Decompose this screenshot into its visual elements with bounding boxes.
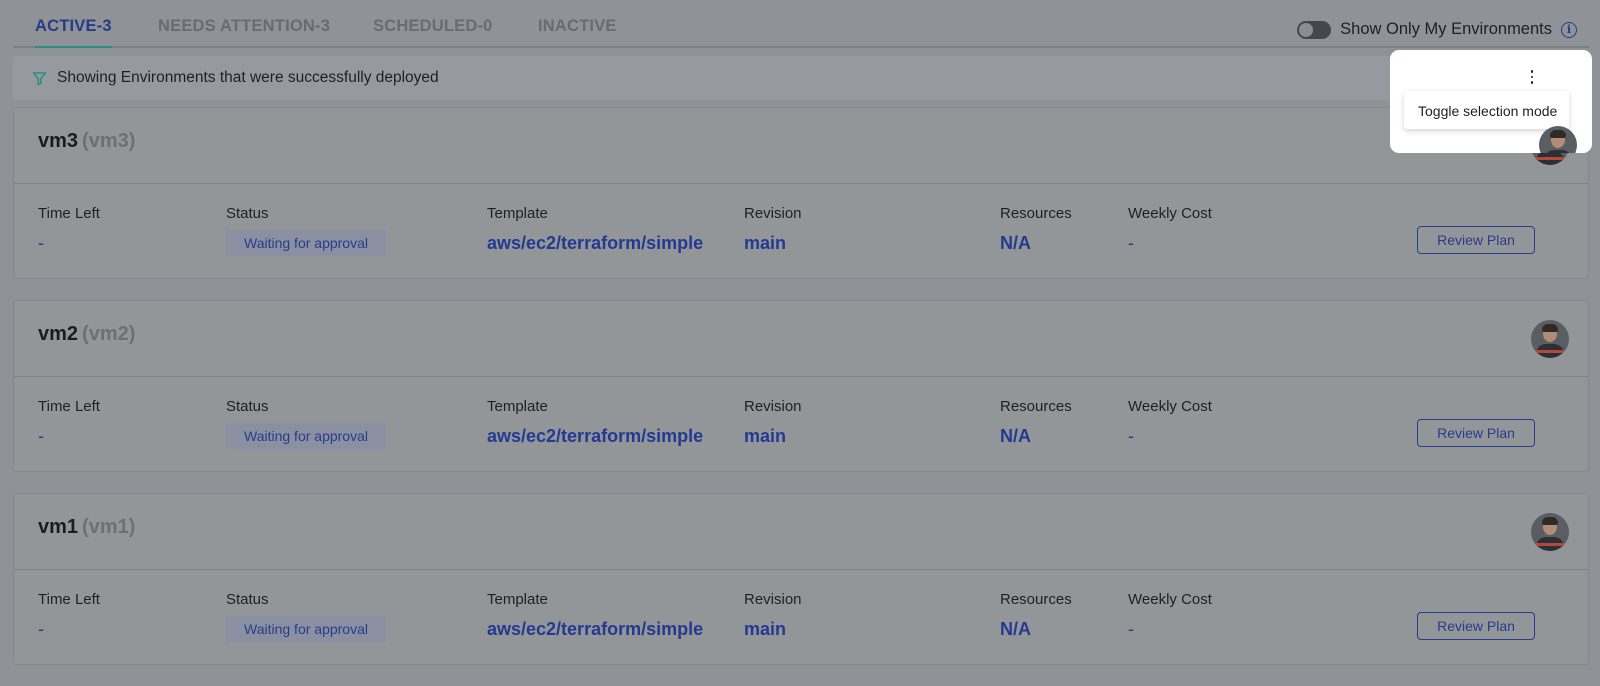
avatar xyxy=(1539,126,1577,153)
tab-needs-attention[interactable]: NEEDS ATTENTION-3 xyxy=(158,17,330,46)
resources-link[interactable]: N/A xyxy=(1000,426,1072,447)
time-left-label: Time Left xyxy=(38,398,100,415)
review-plan-button[interactable]: Review Plan xyxy=(1417,226,1535,254)
revision-column: Revision main xyxy=(744,591,802,640)
card-header: vm3 (vm3) xyxy=(14,108,1588,184)
template-label: Template xyxy=(487,398,548,415)
revision-label: Revision xyxy=(744,398,802,415)
revision-link[interactable]: main xyxy=(744,619,802,640)
template-label: Template xyxy=(487,591,548,608)
status-badge: Waiting for approval xyxy=(226,230,386,256)
resources-column: Resources N/A xyxy=(1000,205,1072,254)
review-plan-button[interactable]: Review Plan xyxy=(1417,612,1535,640)
weekly-cost-column: Weekly Cost - xyxy=(1128,205,1212,254)
weekly-cost-label: Weekly Cost xyxy=(1128,398,1212,415)
my-environments-toggle-group: Show Only My Environments i xyxy=(1297,20,1577,39)
resources-column: Resources N/A xyxy=(1000,591,1072,640)
template-link[interactable]: aws/ec2/terraform/simple xyxy=(487,426,703,447)
time-left-label: Time Left xyxy=(38,591,100,608)
template-column: Template aws/ec2/terraform/simple xyxy=(487,591,703,640)
status-badge: Waiting for approval xyxy=(226,616,386,642)
time-left-column: Time Left - xyxy=(38,591,100,640)
resources-link[interactable]: N/A xyxy=(1000,619,1072,640)
tab-inactive[interactable]: INACTIVE xyxy=(538,17,617,46)
environment-name[interactable]: vm2 (vm2) xyxy=(38,323,135,346)
revision-column: Revision main xyxy=(744,398,802,447)
menu-spotlight: Toggle selection mode xyxy=(1390,50,1592,153)
revision-label: Revision xyxy=(744,591,802,608)
tab-scheduled[interactable]: SCHEDULED-0 xyxy=(373,17,493,46)
toggle-selection-mode-item[interactable]: Toggle selection mode xyxy=(1418,103,1557,119)
review-plan-button[interactable]: Review Plan xyxy=(1417,419,1535,447)
info-icon[interactable]: i xyxy=(1561,21,1577,38)
status-column: Status Waiting for approval xyxy=(226,591,386,642)
template-label: Template xyxy=(487,205,548,222)
weekly-cost-value: - xyxy=(1128,233,1134,253)
weekly-cost-column: Weekly Cost - xyxy=(1128,398,1212,447)
tab-active[interactable]: ACTIVE-3 xyxy=(35,17,112,48)
weekly-cost-column: Weekly Cost - xyxy=(1128,591,1212,640)
resources-label: Resources xyxy=(1000,591,1072,608)
revision-column: Revision main xyxy=(744,205,802,254)
weekly-cost-label: Weekly Cost xyxy=(1128,205,1212,222)
card-header: vm2 (vm2) xyxy=(14,301,1588,377)
filter-description: Showing Environments that were successfu… xyxy=(57,69,439,86)
revision-label: Revision xyxy=(744,205,802,222)
revision-link[interactable]: main xyxy=(744,233,802,254)
resources-link[interactable]: N/A xyxy=(1000,233,1072,254)
time-left-value: - xyxy=(38,619,44,639)
environment-card[interactable]: vm1 (vm1) Time Left - Status Waiting for … xyxy=(13,493,1589,665)
environment-card[interactable]: vm3 (vm3) Time Left - Status Waiting for … xyxy=(13,107,1589,279)
more-options-icon[interactable] xyxy=(1524,68,1540,86)
revision-link[interactable]: main xyxy=(744,426,802,447)
time-left-label: Time Left xyxy=(38,205,100,222)
status-label: Status xyxy=(226,398,269,415)
weekly-cost-value: - xyxy=(1128,619,1134,639)
toggle-label: Show Only My Environments xyxy=(1340,20,1552,38)
time-left-value: - xyxy=(38,233,44,253)
environment-name[interactable]: vm3 (vm3) xyxy=(38,130,135,153)
filter-bar: Showing Environments that were successfu… xyxy=(13,56,1589,100)
card-header: vm1 (vm1) xyxy=(14,494,1588,570)
my-environments-toggle[interactable] xyxy=(1297,20,1332,39)
status-label: Status xyxy=(226,591,269,608)
avatar-peek xyxy=(1539,126,1577,153)
weekly-cost-value: - xyxy=(1128,426,1134,446)
time-left-column: Time Left - xyxy=(38,205,100,254)
status-column: Status Waiting for approval xyxy=(226,205,386,256)
environment-id: (vm3) xyxy=(82,130,136,152)
time-left-value: - xyxy=(38,426,44,446)
environment-card[interactable]: vm2 (vm2) Time Left - Status Waiting for … xyxy=(13,300,1589,472)
tab-bar: ACTIVE-3 NEEDS ATTENTION-3 SCHEDULED-0 I… xyxy=(13,0,1589,48)
avatar[interactable] xyxy=(1531,320,1569,358)
resources-label: Resources xyxy=(1000,205,1072,222)
status-column: Status Waiting for approval xyxy=(226,398,386,449)
template-column: Template aws/ec2/terraform/simple xyxy=(487,205,703,254)
environment-id: (vm2) xyxy=(82,323,136,345)
weekly-cost-label: Weekly Cost xyxy=(1128,591,1212,608)
time-left-column: Time Left - xyxy=(38,398,100,447)
status-label: Status xyxy=(226,205,269,222)
template-link[interactable]: aws/ec2/terraform/simple xyxy=(487,233,703,254)
toggle-knob xyxy=(1299,22,1314,37)
template-link[interactable]: aws/ec2/terraform/simple xyxy=(487,619,703,640)
environment-name[interactable]: vm1 (vm1) xyxy=(38,516,135,539)
resources-label: Resources xyxy=(1000,398,1072,415)
status-badge: Waiting for approval xyxy=(226,423,386,449)
avatar[interactable] xyxy=(1531,513,1569,551)
resources-column: Resources N/A xyxy=(1000,398,1072,447)
environment-id: (vm1) xyxy=(82,516,136,538)
template-column: Template aws/ec2/terraform/simple xyxy=(487,398,703,447)
options-menu: Toggle selection mode xyxy=(1404,91,1569,129)
filter-icon xyxy=(32,72,47,86)
